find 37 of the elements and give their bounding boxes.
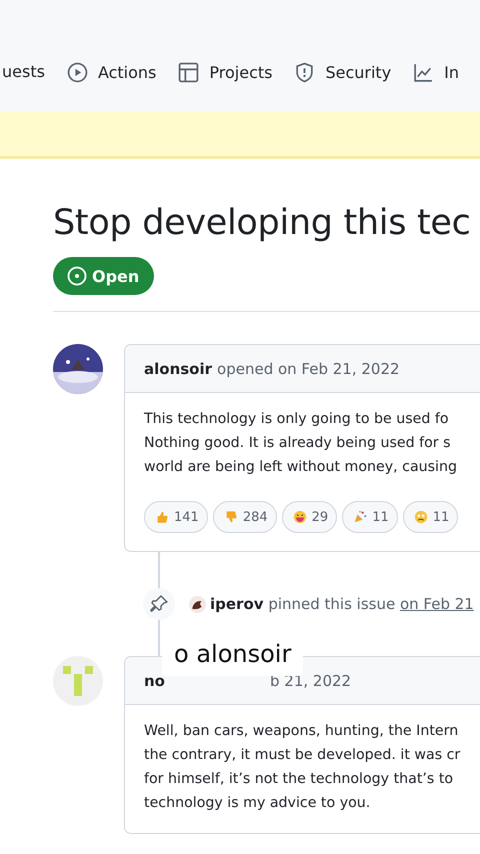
nav-tab[interactable]: uests bbox=[2, 62, 45, 81]
thumbs-up-icon bbox=[155, 510, 169, 524]
nav-tab[interactable]: Security bbox=[294, 62, 392, 83]
nav-tab[interactable]: In bbox=[413, 62, 460, 83]
reaction-button[interactable]: 284 bbox=[212, 501, 277, 533]
reaction-button[interactable]: 141 bbox=[144, 501, 208, 533]
pin-icon bbox=[143, 588, 175, 620]
thumbs-down-icon bbox=[224, 510, 238, 524]
comment-text: Well, ban cars, weapons, hunting, the Intern bbox=[144, 722, 460, 741]
laughing-face-icon bbox=[292, 510, 307, 524]
issue-title: Stop developing this tec bbox=[53, 203, 472, 243]
comment-text: Nothing good. It is already being used for s bbox=[144, 434, 452, 453]
nav-tab[interactable]: Projects bbox=[178, 62, 272, 83]
comment-meta: opened on Feb 21, 2022 bbox=[217, 360, 400, 378]
nav-tab[interactable]: Actions bbox=[66, 62, 156, 83]
comment-text: This technology is only going to be used fo bbox=[144, 410, 450, 429]
state-label: Open bbox=[92, 266, 140, 286]
shield-icon bbox=[294, 62, 316, 83]
author-link[interactable]: no bbox=[144, 672, 165, 690]
table-icon bbox=[178, 62, 200, 83]
graph-icon bbox=[413, 62, 434, 83]
user-avatar-icon bbox=[189, 596, 206, 612]
play-icon bbox=[66, 62, 88, 83]
party-popper-icon bbox=[353, 510, 368, 524]
reaction-button[interactable]: 29 bbox=[282, 501, 338, 533]
reaction-button[interactable]: 11 bbox=[342, 501, 398, 533]
pin-event-text: iperov pinned this issue on Feb 21 bbox=[210, 595, 474, 613]
comment-text: for himself, it’s not the technology that’s to bbox=[144, 770, 454, 789]
date-link[interactable]: on Feb 21 bbox=[400, 595, 474, 613]
author-link[interactable]: alonsoir bbox=[144, 360, 212, 378]
comment-text: technology is my advice to you. bbox=[144, 794, 372, 813]
comment-text: the contrary, it must be developed. it was cr bbox=[144, 746, 462, 765]
identicon-avatar bbox=[53, 656, 103, 706]
reaction-button[interactable]: 11 bbox=[402, 501, 458, 533]
confused-face-icon bbox=[414, 510, 428, 524]
issue-open-icon bbox=[67, 266, 87, 286]
comment-text: world are being left without money, causing bbox=[144, 458, 458, 477]
